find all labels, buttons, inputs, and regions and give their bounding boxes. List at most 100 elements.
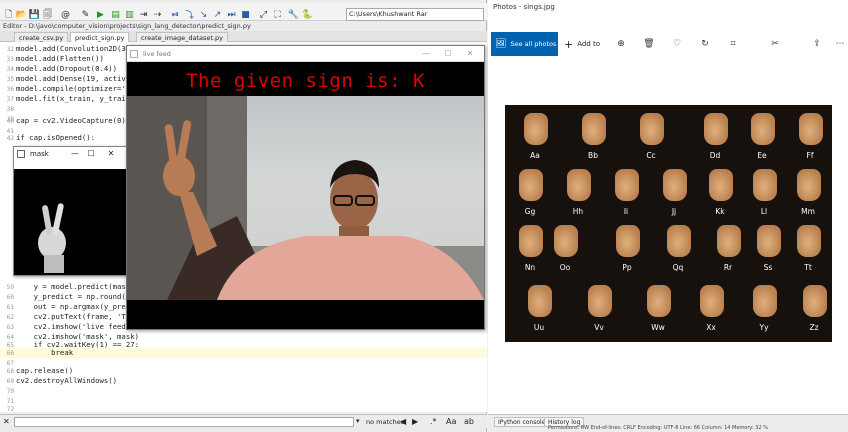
new-file-icon[interactable]: 🗋	[3, 9, 14, 20]
hand-sign	[753, 169, 777, 201]
delete-icon[interactable]: 🗑	[643, 38, 655, 50]
photos-toolbar: 🖼 See all photos + Add to ⊕ 🗑 ♡ ↻ ⌗ ✂ ⇪ …	[488, 29, 848, 57]
fullscreen-icon[interactable]: ⛶	[272, 9, 283, 20]
hand-sign	[567, 169, 591, 201]
find-status: no matches	[366, 418, 405, 426]
letter-label: Zz	[809, 323, 819, 332]
step-icon[interactable]: ⤵	[184, 9, 195, 21]
edit-icon[interactable]: ✎	[80, 9, 91, 20]
case-sensitive-icon[interactable]: Aa	[446, 417, 456, 426]
find-next-icon[interactable]: ▶	[412, 417, 418, 426]
letter-label: Gg	[524, 207, 536, 216]
line-number: 42	[6, 135, 14, 142]
letter-label: Kk	[715, 207, 725, 216]
whole-word-icon[interactable]: ab	[464, 417, 474, 426]
code-line: 69 cv2.destroyAllWindows()	[0, 376, 487, 386]
status-bar: Permissions: RW End-of-lines: CRLF Encod…	[488, 425, 848, 432]
toolbar: 🗋 📂 💾 🗐 @ ✎ ▶ ▤ ▥ ⇥ ⇢ ⏯ ⤵ ↘ ↗ ⏭ ■ ⤢ ⛶ 🔧 …	[0, 3, 487, 21]
hand-sign	[717, 225, 741, 257]
hand-sign	[519, 169, 543, 201]
live-feed-window: live feed — ☐ ✕ The given sign is: K	[126, 45, 485, 330]
see-all-photos-label: See all photos	[510, 40, 557, 48]
letter-label: Uu	[533, 323, 545, 332]
hand-sign	[647, 285, 671, 317]
asl-letter: Ll	[739, 163, 789, 218]
find-previous-icon[interactable]: ◀	[400, 417, 406, 426]
open-file-icon[interactable]: 📂	[16, 9, 27, 20]
minimize-icon[interactable]: —	[421, 49, 431, 59]
edit-create-icon[interactable]: ✂	[769, 38, 781, 50]
see-all-photos-button[interactable]: 🖼 See all photos	[491, 32, 558, 56]
letter-label: Xx	[706, 323, 716, 332]
mask-image	[14, 169, 126, 275]
live-feed-titlebar[interactable]: live feed — ☐ ✕	[127, 46, 484, 62]
letter-label: Dd	[709, 151, 721, 160]
code-text: out = np.argmax(y_predi	[16, 302, 135, 311]
letter-label: Qq	[672, 263, 684, 272]
asl-letter: Ee	[737, 107, 787, 162]
hand-sign	[700, 285, 724, 317]
code-text: break	[16, 348, 74, 357]
crop-icon[interactable]: ⌗	[727, 38, 739, 50]
pythonpath-icon[interactable]: 🐍	[302, 9, 313, 20]
save-all-icon[interactable]: 🗐	[42, 9, 53, 20]
add-to-label: Add to	[577, 40, 601, 48]
letter-label: Ii	[623, 207, 629, 216]
hand-sign	[757, 225, 781, 257]
step-into-icon[interactable]: ↘	[198, 9, 209, 20]
regex-icon[interactable]: .*	[430, 417, 437, 426]
working-directory-input[interactable]: C:\Users\Khushwant Rar	[346, 8, 484, 21]
hand-sign	[753, 285, 777, 317]
code-text: cv2.imshow('live feed',	[16, 322, 135, 331]
mask-titlebar[interactable]: mask — ☐ ✕	[14, 147, 126, 161]
letter-label: Cc	[646, 151, 656, 160]
code-text: y = model.predict(mask_	[16, 282, 135, 291]
maximize-icon[interactable]: ☐	[443, 49, 453, 59]
tab-create-image-dataset[interactable]: create_image_dataset.py	[136, 32, 228, 42]
save-icon[interactable]: 💾	[29, 9, 40, 20]
asl-letter: Zz	[789, 279, 839, 334]
hand-sign	[751, 113, 775, 145]
close-icon[interactable]: ✕	[106, 149, 116, 159]
print-icon[interactable]: @	[60, 9, 71, 20]
hand-sign	[667, 225, 691, 257]
run-line-icon[interactable]: ⇢	[152, 9, 163, 20]
close-find-icon[interactable]: ✕	[3, 417, 10, 426]
run-cell-icon[interactable]: ▤	[110, 9, 121, 20]
zoom-icon[interactable]: ⊕	[615, 38, 627, 50]
letter-label: Mm	[801, 207, 815, 216]
continue-icon[interactable]: ⏭	[226, 9, 237, 20]
photos-title: Photos - sings.jpg	[493, 3, 555, 11]
debug-icon[interactable]: ⏯	[170, 9, 181, 20]
rotate-icon[interactable]: ↻	[699, 38, 711, 50]
asl-letter: Tt	[783, 219, 833, 274]
find-input[interactable]	[14, 417, 354, 427]
more-icon[interactable]: ⋯	[834, 38, 846, 50]
preferences-icon[interactable]: 🔧	[288, 9, 299, 20]
hand-sign	[640, 113, 664, 145]
add-to-button[interactable]: + Add to	[564, 32, 600, 56]
stop-debug-icon[interactable]: ■	[240, 9, 251, 20]
run-icon[interactable]: ▶	[95, 9, 106, 20]
find-options-icon[interactable]: ▾	[356, 417, 360, 425]
maximize-pane-icon[interactable]: ⤢	[258, 9, 269, 20]
share-icon[interactable]: ⇪	[811, 38, 823, 50]
code-text: cv2.destroyAllWindows()	[16, 376, 118, 385]
asl-letter: Cc	[626, 107, 676, 162]
favorite-icon[interactable]: ♡	[671, 38, 683, 50]
tab-predict-sign[interactable]: predict_sign.py	[70, 32, 130, 42]
hand-sign	[528, 285, 552, 317]
step-return-icon[interactable]: ↗	[212, 9, 223, 20]
maximize-icon[interactable]: ☐	[86, 149, 96, 159]
mask-window: mask — ☐ ✕	[13, 146, 127, 276]
code-text: cv2.putText(frame, 'The	[16, 312, 135, 321]
run-selection-icon[interactable]: ⇥	[138, 9, 149, 20]
close-icon[interactable]: ✕	[465, 49, 475, 59]
asl-letter: Aa	[510, 107, 560, 162]
tab-create-csv[interactable]: create_csv.py	[14, 32, 69, 42]
letter-label: Bb	[588, 151, 598, 160]
letter-label: Hh	[572, 207, 584, 216]
run-cell-advance-icon[interactable]: ▥	[124, 9, 135, 20]
minimize-icon[interactable]: —	[70, 149, 80, 159]
code-text: model.add(Dropout(0.4))	[16, 64, 118, 73]
